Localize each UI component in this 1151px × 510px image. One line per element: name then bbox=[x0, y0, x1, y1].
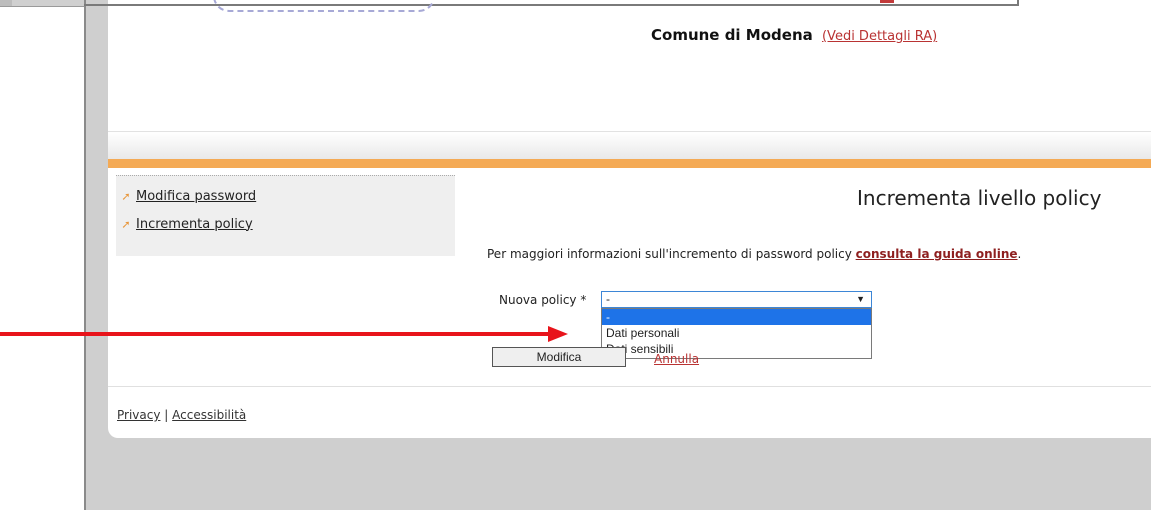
window-edge bbox=[0, 0, 84, 7]
sidebar-item-incrementa-policy[interactable]: ➚ Incrementa policy bbox=[116, 214, 253, 234]
dropdown-option[interactable]: Dati personali bbox=[602, 325, 871, 341]
annotation-arrow bbox=[0, 326, 568, 342]
info-text-body: Per maggiori informazioni sull'increment… bbox=[487, 247, 856, 261]
footer-divider bbox=[108, 386, 1151, 387]
dashed-logo-outline bbox=[213, 0, 435, 12]
sidebar-item-label[interactable]: Modifica password bbox=[136, 189, 256, 204]
ente-header: Comune di Modena (Vedi Dettagli RA) bbox=[651, 26, 937, 44]
dropdown-option[interactable]: Dati sensibili bbox=[602, 341, 871, 357]
sidebar-item-modifica-password[interactable]: ➚ Modifica password bbox=[116, 186, 256, 206]
policy-dropdown-list: - Dati personali Dati sensibili bbox=[601, 308, 872, 359]
select-value: - bbox=[606, 292, 610, 306]
policy-select[interactable]: - ▼ bbox=[601, 291, 872, 308]
outer-background bbox=[0, 0, 84, 510]
policy-label: Nuova policy * bbox=[499, 293, 587, 307]
footer-separator: | bbox=[164, 408, 169, 422]
info-text: Per maggiori informazioni sull'increment… bbox=[487, 247, 1021, 261]
sidebar-item-label[interactable]: Incrementa policy bbox=[136, 217, 253, 232]
info-suffix: . bbox=[1017, 247, 1022, 261]
arrow-icon: ➚ bbox=[121, 189, 131, 203]
cancel-link[interactable]: Annulla bbox=[654, 352, 699, 366]
submit-button[interactable]: Modifica bbox=[492, 347, 626, 367]
chevron-down-icon: ▼ bbox=[856, 294, 865, 304]
arrow-icon: ➚ bbox=[121, 217, 131, 231]
online-guide-link[interactable]: consulta la guida online bbox=[856, 247, 1018, 261]
window-corner bbox=[0, 0, 12, 6]
red-mark bbox=[880, 0, 894, 3]
sidebar-menu: ➚ Modifica password ➚ Incrementa policy bbox=[116, 175, 455, 256]
footer: Privacy | Accessibilità bbox=[117, 408, 246, 422]
header-band bbox=[108, 131, 1151, 160]
privacy-link[interactable]: Privacy bbox=[117, 408, 160, 422]
dropdown-option[interactable]: - bbox=[602, 309, 871, 325]
orange-stripe bbox=[108, 159, 1151, 168]
ente-name: Comune di Modena bbox=[651, 26, 813, 44]
ente-details-link[interactable]: (Vedi Dettagli RA) bbox=[822, 29, 937, 44]
arrow-head-icon bbox=[548, 326, 568, 342]
accessibility-link[interactable]: Accessibilità bbox=[172, 408, 246, 422]
page-title: Incrementa livello policy bbox=[857, 186, 1102, 210]
